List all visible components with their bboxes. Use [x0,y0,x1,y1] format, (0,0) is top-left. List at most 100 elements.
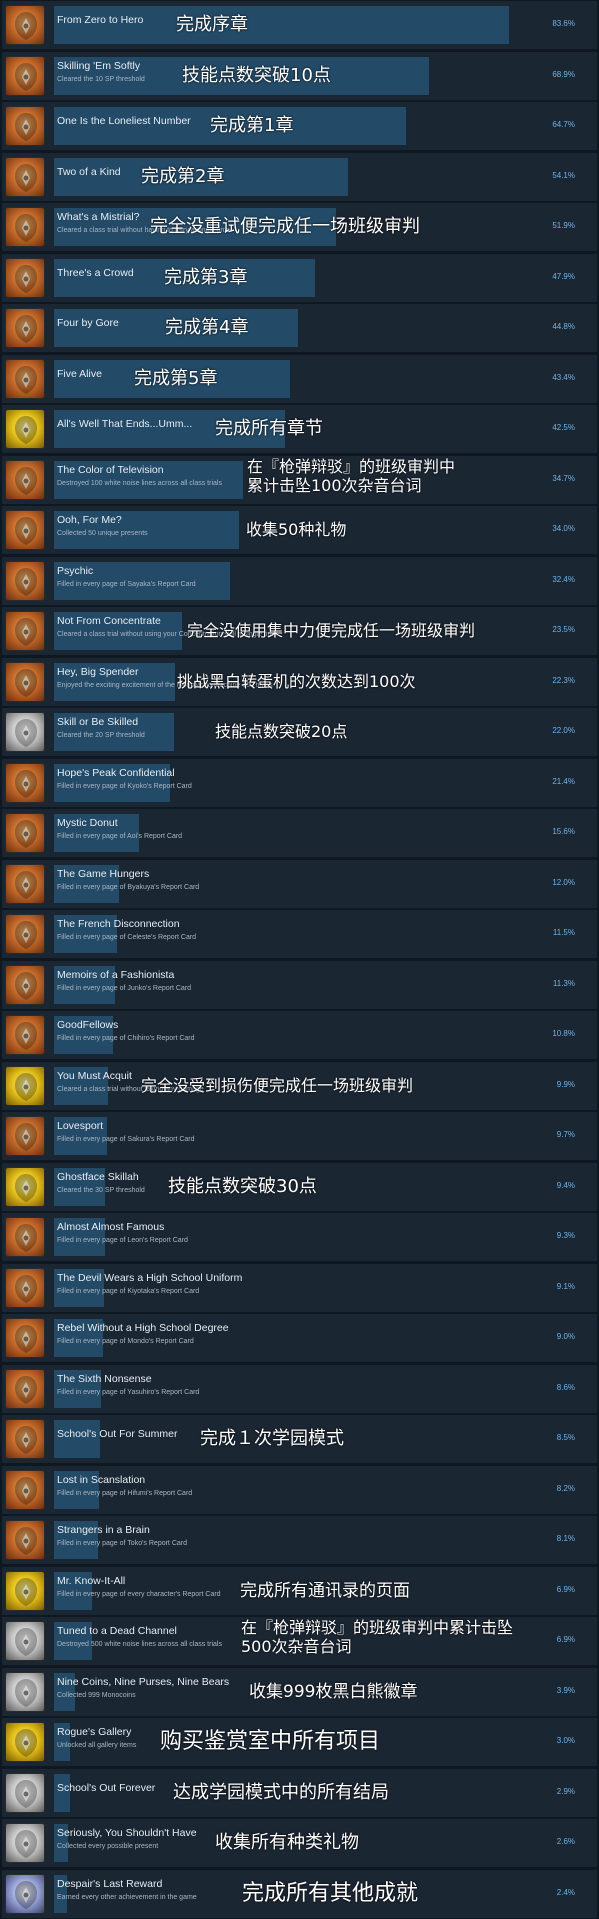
chinese-caption-line: 达成学园模式中的所有结局 [173,1782,389,1803]
chinese-caption-line: 完成所有通讯录的页面 [240,1581,410,1601]
unlock-percentage: 6.9% [556,1635,575,1644]
achievement-row[interactable]: You Must Acquit Cleared a class trial wit… [0,1061,599,1111]
achievement-row[interactable]: What's a Mistrial? Cleared a class trial … [0,202,599,252]
achievement-icon [5,864,45,904]
unlock-percentage: 9.9% [556,1080,575,1089]
unlock-percentage: 11.5% [552,928,575,937]
unlock-percentage: 68.9% [552,70,575,79]
achievement-name: You Must Acquit [57,1070,132,1082]
chinese-caption-line: 完成第3章 [164,267,248,288]
unlock-percentage: 34.7% [552,474,575,483]
achievement-row[interactable]: Strangers in a Brain Filled in every page… [0,1515,599,1565]
unlock-percentage: 9.7% [556,1130,575,1139]
achievement-icon [5,460,45,500]
achievement-row[interactable]: The Sixth Nonsense Filled in every page o… [0,1364,599,1414]
chinese-caption-line: 完全没使用集中力便完成任一场班级审判 [187,621,476,640]
unlock-percentage: 54.1% [552,171,575,180]
achievement-row[interactable]: Ooh, For Me? Collected 50 unique presents… [0,505,599,555]
achievement-name: The Color of Television [57,464,164,476]
achievement-row[interactable]: Skill or Be Skilled Cleared the 20 SP thr… [0,707,599,757]
achievement-name: Hey, Big Spender [57,666,139,678]
achievement-row[interactable]: The French Disconnection Filled in every … [0,909,599,959]
chinese-caption-line: 完全没重试便完成任一场班级审判 [150,216,420,237]
achievement-icon [5,712,45,752]
achievement-row[interactable]: Mr. Know-It-All Filled in every page of e… [0,1566,599,1616]
achievement-name: Four by Gore [57,317,119,329]
chinese-caption: 完成第4章 [165,317,248,338]
achievement-name: Strangers in a Brain [57,1524,150,1536]
achievement-row[interactable]: Rogue's Gallery Unlocked all gallery item… [0,1717,599,1767]
unlock-percentage: 44.8% [552,322,575,331]
achievement-row[interactable]: The Color of Television Destroyed 100 whi… [0,455,599,505]
chinese-caption-line: 技能点数突破20点 [215,722,348,741]
achievement-row[interactable]: Skilling 'Em Softly Cleared the 10 SP thr… [0,51,599,101]
achievement-icon [5,1318,45,1358]
chinese-caption: 完成所有章节 [215,418,323,439]
achievement-row[interactable]: One Is the Loneliest Number 64.7% 完成第1章 [0,101,599,151]
unlock-percentage: 83.6% [552,19,575,28]
chinese-caption: 完成第3章 [164,267,247,288]
unlock-percentage: 15.6% [552,827,575,836]
achievement-row[interactable]: School's Out For Summer 8.5% 完成１次学园模式 [0,1414,599,1464]
achievement-icon [5,1268,45,1308]
achievement-row[interactable]: Five Alive 43.4% 完成第5章 [0,354,599,404]
achievement-name: Five Alive [57,368,102,380]
achievement-row[interactable]: Two of a Kind 54.1% 完成第2章 [0,152,599,202]
chinese-caption: 在『枪弹辩驳』的班级审判中累计击坠 500次杂音台词 [241,1618,513,1656]
achievement-icon [5,1722,45,1762]
achievement-row[interactable]: Hope's Peak Confidential Filled in every … [0,758,599,808]
achievement-name: Lost in Scanslation [57,1474,146,1486]
achievement-row[interactable]: Three's a Crowd 47.9% 完成第3章 [0,253,599,303]
achievement-icon [5,1672,45,1712]
achievement-row[interactable]: School's Out Forever 2.9% 达成学园模式中的所有结局 [0,1768,599,1818]
achievement-description: Filled in every page of Junko's Report C… [57,985,192,992]
chinese-caption: 技能点数突破10点 [182,65,331,86]
achievement-icon [5,56,45,96]
achievement-row[interactable]: GoodFellows Filled in every page of Chihi… [0,1010,599,1060]
achievement-name: Ghostface Skillah [57,1171,139,1183]
achievement-row[interactable]: Almost Almost Famous Filled in every page… [0,1212,599,1262]
achievement-row[interactable]: Not From Concentrate Cleared a class tria… [0,606,599,656]
chinese-caption: 完成所有通讯录的页面 [240,1581,410,1601]
unlock-percentage: 64.7% [552,120,575,129]
achievement-row[interactable]: The Game Hungers Filled in every page of … [0,859,599,909]
achievement-row[interactable]: Lost in Scanslation Filled in every page … [0,1465,599,1515]
chinese-caption-line: 收集999枚黑白熊徽章 [249,1682,418,1702]
achievement-row[interactable]: Lovesport Filled in every page of Sakura'… [0,1111,599,1161]
achievement-row[interactable]: Rebel Without a High School Degree Filled… [0,1313,599,1363]
chinese-caption-line: 500次杂音台词 [241,1637,352,1656]
achievement-name: One Is the Loneliest Number [57,115,191,127]
unlock-percentage: 9.1% [556,1282,575,1291]
achievement-icon [5,1874,45,1914]
achievement-name: The Game Hungers [57,868,150,880]
achievement-row[interactable]: Tuned to a Dead Channel Destroyed 500 whi… [0,1616,599,1666]
achievement-description: Collected 50 unique presents [57,530,148,537]
achievement-description: Filled in every page of every character'… [57,1591,221,1598]
achievement-description: Collected every possible present [57,1843,159,1850]
achievement-row[interactable]: Nine Coins, Nine Purses, Nine Bears Colle… [0,1667,599,1717]
achievement-row[interactable]: Mystic Donut Filled in every page of Aoi'… [0,808,599,858]
achievement-description: Filled in every page of Aoi's Report Car… [57,833,183,840]
achievement-row[interactable]: Psychic Filled in every page of Sayaka's … [0,556,599,606]
unlock-percentage: 22.3% [552,676,575,685]
achievement-row[interactable]: Seriously, You Shouldn't Have Collected e… [0,1818,599,1868]
achievement-row[interactable]: Despair's Last Reward Earned every other … [0,1869,599,1919]
achievement-name: Mr. Know-It-All [57,1575,126,1587]
achievement-icon [5,1116,45,1156]
achievement-name: Lovesport [57,1120,104,1132]
unlock-percentage: 3.9% [556,1686,575,1695]
chinese-caption-line: 完成第4章 [165,317,249,338]
chinese-caption: 完全没重试便完成任一场班级审判 [150,216,420,237]
achievement-row[interactable]: Hey, Big Spender Enjoyed the exciting exc… [0,657,599,707]
achievement-row[interactable]: Four by Gore 44.8% 完成第4章 [0,303,599,353]
achievement-row[interactable]: Memoirs of a Fashionista Filled in every … [0,960,599,1010]
achievement-row[interactable]: From Zero to Hero 83.6% 完成序章 [0,0,599,50]
chinese-caption: 完成１次学园模式 [200,1428,344,1449]
achievement-row[interactable]: The Devil Wears a High School Uniform Fil… [0,1263,599,1313]
achievement-description: Cleared the 30 SP threshold [57,1187,145,1194]
achievement-description: Filled in every page of Mondo's Report C… [57,1338,194,1345]
achievement-row[interactable]: All's Well That Ends...Umm... 42.5% 完成所有章节 [0,404,599,454]
unlock-percentage: 2.4% [556,1888,575,1897]
unlock-percentage: 2.6% [556,1837,575,1846]
achievement-row[interactable]: Ghostface Skillah Cleared the 30 SP thres… [0,1162,599,1212]
